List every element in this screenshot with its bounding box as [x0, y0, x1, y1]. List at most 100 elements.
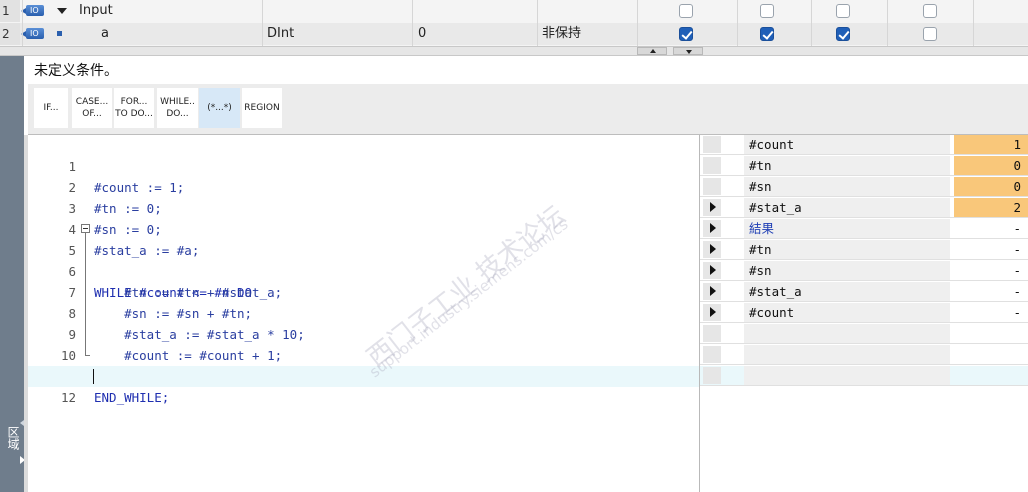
writable-from-hmi-checkbox[interactable]: [760, 27, 774, 41]
section-name[interactable]: Input: [79, 0, 113, 22]
interface-table: 1 Input 2 a DInt 0 非保持: [0, 0, 1028, 46]
monitor-variable: [744, 324, 950, 343]
code-line[interactable]: 3 #sn := 0;: [28, 177, 699, 237]
code-line[interactable]: 5 WHILE #count <= #n DO: [28, 219, 699, 300]
setpoint-checkbox[interactable]: [923, 27, 937, 41]
row-marker: [703, 325, 721, 342]
row-marker: [703, 367, 721, 384]
monitor-variable: #sn: [744, 261, 950, 280]
expand-row-button[interactable]: [703, 283, 721, 300]
monitor-row[interactable]: #sn -: [700, 261, 1028, 281]
code-line[interactable]: 8 #stat_a := #stat_a * 10;: [28, 282, 699, 342]
comment-button[interactable]: (*...*): [199, 88, 240, 128]
monitor-row[interactable]: #tn -: [700, 240, 1028, 260]
interface-row[interactable]: 1 Input: [0, 0, 1028, 22]
monitor-variable: #sn: [744, 177, 950, 196]
code-line[interactable]: 6 #tn := #tn + #stat_a;: [28, 240, 699, 300]
monitor-row[interactable]: 結果 -: [700, 219, 1028, 239]
row-marker: [703, 178, 721, 195]
column-divider: [887, 0, 888, 46]
fold-guide-line: [85, 233, 86, 355]
for-to-do-button[interactable]: FOR... TO DO...: [114, 88, 154, 128]
code-line[interactable]: 1 #count := 1;: [28, 135, 699, 195]
monitor-variable: #tn: [744, 240, 950, 259]
while-button-label: WHILE..: [160, 97, 195, 107]
visible-in-hmi-checkbox[interactable]: [836, 4, 850, 18]
line-number: 12: [60, 390, 76, 405]
monitor-variable: #count: [744, 135, 950, 154]
expand-row-button[interactable]: [703, 262, 721, 279]
row-marker: [703, 136, 721, 153]
monitor-row[interactable]: #tn 0: [700, 156, 1028, 176]
if-button[interactable]: IF...: [34, 88, 68, 128]
region-button[interactable]: REGION: [242, 88, 282, 128]
case-button-label-2: OF...: [82, 109, 102, 119]
row-marker: [703, 157, 721, 174]
expand-row-button[interactable]: [703, 199, 721, 216]
while-button-label-2: DO...: [166, 109, 189, 119]
expand-row-button[interactable]: [703, 220, 721, 237]
monitor-variable: #tn: [744, 156, 950, 175]
retain-cell[interactable]: 非保持: [542, 23, 581, 45]
monitor-row[interactable]: #stat_a 2: [700, 198, 1028, 218]
splitter-down-button[interactable]: [673, 47, 703, 55]
column-divider: [412, 0, 413, 46]
column-divider: [811, 0, 812, 46]
monitor-row-empty: [700, 366, 1028, 386]
input-param-icon: [21, 28, 44, 39]
code-line[interactable]: 9 #count := #count + 1;: [28, 303, 699, 363]
code-line[interactable]: 7 #sn := #sn + #tn;: [28, 261, 699, 321]
expand-row-button[interactable]: [703, 304, 721, 321]
monitor-row[interactable]: #stat_a -: [700, 282, 1028, 302]
monitor-row[interactable]: #count 1: [700, 135, 1028, 155]
monitor-row[interactable]: #count -: [700, 303, 1028, 323]
code-line[interactable]: 4 #stat_a := #a;: [28, 198, 699, 258]
interface-row[interactable]: 2 a DInt 0 非保持: [0, 23, 1028, 45]
monitor-row-empty: [700, 324, 1028, 344]
region-button-label: REGION: [244, 103, 280, 113]
expand-arrow-icon: [710, 202, 716, 212]
column-divider: [737, 0, 738, 46]
variable-name[interactable]: a: [101, 23, 109, 45]
case-of-button[interactable]: CASE... OF...: [72, 88, 112, 128]
visible-in-hmi-checkbox[interactable]: [836, 27, 850, 41]
monitor-variable: #stat_a: [744, 198, 950, 217]
expand-row-button[interactable]: [703, 241, 721, 258]
instruction-toolbar: IF... CASE... OF... FOR... TO DO... WHIL…: [28, 84, 1028, 135]
collapse-arrow-icon[interactable]: [57, 8, 67, 14]
monitor-value: -: [1013, 305, 1021, 320]
for-button-label: FOR...: [120, 97, 148, 107]
monitor-value: 2: [954, 198, 1028, 217]
regions-sidebar[interactable]: 区域: [0, 56, 25, 492]
splitter-up-button[interactable]: [637, 47, 667, 55]
writable-from-hmi-checkbox[interactable]: [760, 4, 774, 18]
monitor-row[interactable]: #sn 0: [700, 177, 1028, 197]
column-divider: [973, 0, 974, 46]
pane-splitter[interactable]: [0, 46, 1028, 56]
monitor-value: -: [1013, 263, 1021, 278]
datatype-cell[interactable]: DInt: [267, 23, 294, 45]
monitor-value: -: [1013, 284, 1021, 299]
code-text[interactable]: END_WHILE;: [94, 387, 169, 408]
monitor-value: 0: [954, 177, 1028, 196]
if-button-label: IF...: [43, 103, 59, 113]
code-line[interactable]: 2 #tn := 0;: [28, 156, 699, 216]
expand-arrow-icon: [710, 244, 716, 254]
input-section-icon: [21, 5, 44, 16]
monitor-variable: #count: [744, 303, 950, 322]
fold-toggle-icon[interactable]: [81, 224, 90, 233]
monitor-variable: [744, 366, 950, 385]
expand-arrow-icon: [710, 265, 716, 275]
fold-guide-end: [85, 355, 90, 356]
setpoint-checkbox[interactable]: [923, 4, 937, 18]
accessible-from-hmi-checkbox[interactable]: [679, 27, 693, 41]
scl-code-editor[interactable]: 1 #count := 1; 2 #tn := 0; 3 #sn := 0; 4…: [28, 135, 699, 492]
monitor-value: 1: [954, 135, 1028, 154]
while-do-button[interactable]: WHILE.. DO...: [157, 88, 198, 128]
monitor-value: -: [1013, 221, 1021, 236]
monitor-variable: [744, 345, 950, 364]
accessible-from-hmi-checkbox[interactable]: [679, 4, 693, 18]
for-button-label-2: TO DO...: [115, 109, 153, 119]
default-value-cell[interactable]: 0: [418, 23, 426, 45]
code-line-current[interactable]: 12: [28, 366, 699, 405]
